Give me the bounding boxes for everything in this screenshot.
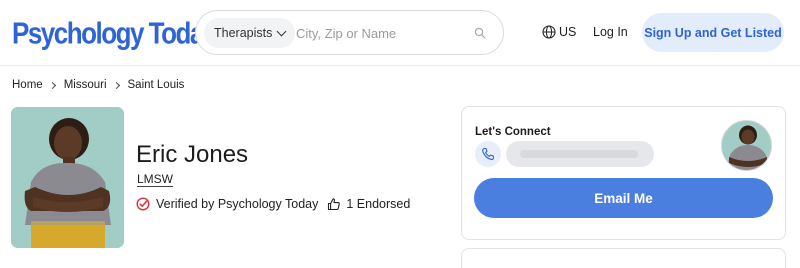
secondary-card	[461, 248, 786, 268]
region-selector[interactable]: US	[559, 25, 576, 39]
breadcrumb: Home Missouri Saint Louis	[12, 79, 184, 91]
verified-check-icon	[136, 197, 150, 211]
avatar	[721, 120, 772, 171]
verified-text: Verified by Psychology Today	[156, 197, 319, 211]
profile-photo	[11, 107, 124, 248]
signup-button[interactable]: Sign Up and Get Listed	[642, 13, 784, 52]
thumbs-up-icon	[328, 198, 341, 211]
therapist-name: Eric Jones	[136, 141, 249, 168]
globe-icon[interactable]	[542, 25, 556, 39]
search-type-label: Therapists	[214, 26, 273, 40]
search-type-dropdown[interactable]: Therapists	[204, 18, 296, 48]
email-me-button[interactable]: Email Me	[474, 178, 773, 218]
site-header: Psychology Today Therapists US Log In Si…	[0, 0, 800, 66]
phone-icon[interactable]	[475, 141, 501, 167]
search-icon[interactable]	[474, 27, 486, 39]
credential[interactable]: LMSW	[137, 172, 173, 187]
breadcrumb-saint-louis[interactable]: Saint Louis	[128, 79, 185, 91]
psychology-today-logo[interactable]: Psychology Today	[12, 15, 217, 52]
chevron-right-icon	[48, 81, 56, 89]
connect-title: Let's Connect	[475, 126, 551, 138]
endorsed-text[interactable]: 1 Endorsed	[346, 197, 410, 211]
connect-card: Let's Connect Email Me	[461, 106, 786, 240]
login-link[interactable]: Log In	[593, 25, 628, 39]
search-input[interactable]	[296, 23, 461, 43]
phone-number-blurred[interactable]	[506, 141, 654, 167]
breadcrumb-home[interactable]: Home	[12, 79, 43, 91]
verification-row: Verified by Psychology Today 1 Endorsed	[136, 197, 410, 211]
search-bar: Therapists	[195, 10, 504, 55]
chevron-down-icon	[276, 26, 287, 36]
breadcrumb-missouri[interactable]: Missouri	[64, 79, 107, 91]
chevron-right-icon	[112, 81, 120, 89]
